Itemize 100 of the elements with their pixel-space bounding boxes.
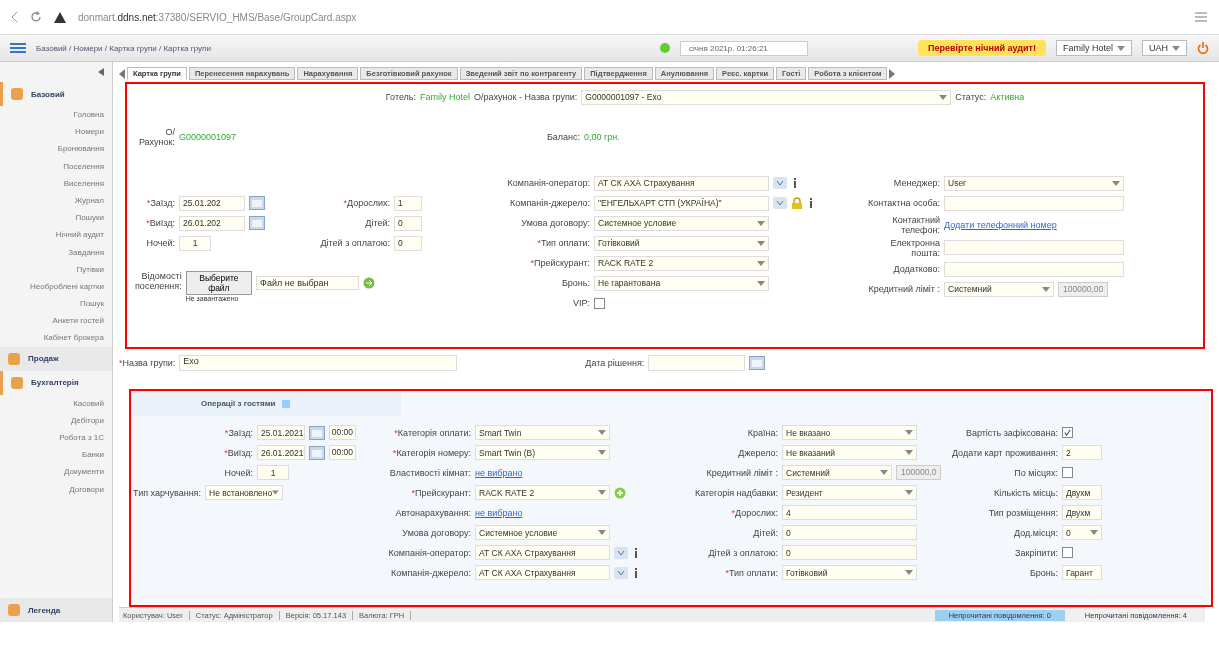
input-field[interactable]: Двухм	[1062, 485, 1102, 501]
sidebar-item[interactable]: Пошук	[0, 295, 112, 313]
dropdown[interactable]: Резидент	[782, 485, 917, 501]
sidebar-item[interactable]: Завдання	[0, 243, 112, 261]
dropdown[interactable]: Системное условие	[594, 215, 769, 231]
dropdown[interactable]: Не вказаний	[782, 445, 917, 461]
breadcrumb[interactable]: Базовий / Номери / Картка групи / Картка групи	[36, 43, 651, 53]
checkbox[interactable]	[1062, 547, 1073, 559]
input-field[interactable]: 1	[394, 195, 422, 211]
dropdown-icon[interactable]	[614, 546, 628, 559]
sidebar-item[interactable]: Головна	[0, 106, 112, 124]
calendar-icon[interactable]	[249, 216, 265, 231]
dropdown[interactable]: G0000001097 - Exo	[581, 89, 952, 105]
calendar-icon[interactable]	[308, 445, 325, 460]
date-field[interactable]: 26.01.2021	[257, 445, 305, 461]
lookup-field[interactable]: АТ СК АХА Страхування	[594, 175, 769, 191]
checkbox[interactable]	[1062, 467, 1073, 479]
dropdown-icon[interactable]	[614, 566, 628, 579]
add-icon[interactable]	[614, 486, 626, 499]
night-audit-alert[interactable]: Перевірте нічний аудит!	[918, 40, 1046, 56]
calendar-icon[interactable]	[249, 196, 265, 211]
link[interactable]: не вибрано	[475, 467, 523, 478]
checkbox[interactable]	[594, 297, 605, 309]
sidebar-section[interactable]: Продаж	[0, 346, 112, 371]
sidebar-item[interactable]: Нічний аудит	[0, 226, 112, 244]
checkbox[interactable]	[1062, 427, 1073, 439]
lookup-field[interactable]: АТ СК АХА Страхування	[475, 565, 610, 581]
input-field[interactable]	[944, 261, 1124, 277]
dropdown[interactable]: User	[944, 175, 1124, 191]
time-field[interactable]: 00:00	[328, 425, 356, 441]
sidebar-item[interactable]: Кабінет брокера	[0, 329, 112, 347]
time-field[interactable]: 00:00	[328, 445, 356, 461]
date-field[interactable]: 25.01.2021	[257, 425, 305, 441]
input-field[interactable]: 0	[394, 235, 422, 251]
dropdown[interactable]: Готівковий	[594, 235, 769, 251]
sidebar-item[interactable]: Пошуки	[0, 209, 112, 227]
link[interactable]: Додати телефонний номер	[944, 219, 1057, 230]
sidebar-item[interactable]: Робота з 1С	[0, 429, 112, 447]
address-bar[interactable]: donmart.ddns.net:37380/SERVIO_HMS/Base/GroupCard.aspx	[78, 11, 1183, 23]
calendar-icon[interactable]	[308, 425, 325, 440]
dropdown[interactable]: RACK RATE 2	[475, 485, 610, 501]
info-icon[interactable]	[791, 178, 799, 189]
currency-select[interactable]: UAH	[1142, 40, 1187, 56]
input-field[interactable]: 0	[782, 545, 917, 561]
sidebar-section[interactable]: Легенда	[0, 598, 112, 622]
sidebar-item[interactable]: Журнал	[0, 191, 112, 210]
tab[interactable]: Операції з гостями	[201, 399, 276, 409]
sidebar-item[interactable]: Банки	[0, 446, 112, 464]
dropdown[interactable]: Системний	[782, 465, 892, 481]
sidebar-item[interactable]: Бронювання	[0, 140, 112, 158]
sidebar-item[interactable]: Необроблені картки	[0, 277, 112, 296]
reload-icon[interactable]	[30, 11, 42, 23]
sidebar-item[interactable]: Дебітори	[0, 411, 112, 429]
input-field[interactable]: 4	[782, 505, 917, 521]
input-field[interactable]: 1	[179, 235, 211, 251]
sidebar-item[interactable]: Виселення	[0, 174, 112, 192]
dropdown[interactable]: Не гарантована	[594, 275, 769, 291]
dropdown[interactable]: Smart Twin	[475, 425, 610, 441]
dropdown-icon[interactable]	[773, 177, 787, 190]
back-icon[interactable]	[12, 12, 18, 22]
upload-icon[interactable]	[362, 276, 375, 289]
sidebar-item[interactable]: Номери	[0, 123, 112, 141]
info-icon[interactable]	[807, 198, 815, 209]
collapse-icon[interactable]	[98, 68, 104, 76]
lookup-field[interactable]: АТ СК АХА Страхування	[475, 545, 610, 561]
date-field[interactable]	[648, 355, 746, 372]
input-field[interactable]: Гарант	[1062, 565, 1102, 581]
dropdown[interactable]: Системное условие	[475, 525, 610, 541]
menu-icon[interactable]	[10, 42, 26, 54]
dropdown-icon[interactable]	[773, 197, 787, 210]
dropdown[interactable]: Готівковий	[782, 565, 917, 581]
date-field[interactable]: 26.01.202	[179, 215, 245, 231]
input-field[interactable]: 0	[782, 525, 917, 541]
sidebar-item[interactable]: Путівки	[0, 260, 112, 278]
dropdown[interactable]: Не вказано	[782, 425, 917, 441]
choose-file-button[interactable]: Выберите файл	[185, 270, 253, 295]
input-field[interactable]: 2	[1062, 445, 1102, 461]
dropdown[interactable]: RACK RATE 2	[594, 255, 769, 271]
input-field[interactable]: 1	[257, 465, 289, 481]
sidebar-item[interactable]: Анкети гостей	[0, 312, 112, 330]
dropdown[interactable]: Smart Twin (B)	[475, 445, 610, 461]
info-icon[interactable]	[632, 567, 640, 578]
sidebar-item[interactable]: Документи	[0, 463, 112, 481]
dropdown[interactable]: 0	[1062, 525, 1102, 541]
sidebar-item[interactable]: Договори	[0, 480, 112, 498]
window-icon[interactable]	[281, 399, 290, 408]
sidebar-item[interactable]: Поселення	[0, 157, 112, 175]
lookup-field[interactable]: "ЕНГЕЛЬХАРТ СТП (УКРАЇНА)"	[594, 195, 769, 211]
date-field[interactable]: 25.01.202	[179, 195, 245, 211]
input-field[interactable]	[944, 240, 1124, 256]
sidebar-item[interactable]: Касовий	[0, 394, 112, 412]
scroll-left-icon[interactable]	[119, 69, 125, 79]
calendar-icon[interactable]	[749, 356, 766, 371]
menu-icon[interactable]	[1195, 12, 1207, 22]
power-icon[interactable]	[1197, 42, 1209, 54]
info-icon[interactable]	[632, 547, 640, 558]
link[interactable]: не вибрано	[475, 507, 523, 518]
input-field[interactable]: 0	[394, 215, 422, 231]
dropdown[interactable]: Не встановлено	[205, 485, 283, 501]
dropdown[interactable]: Системний	[944, 281, 1054, 297]
